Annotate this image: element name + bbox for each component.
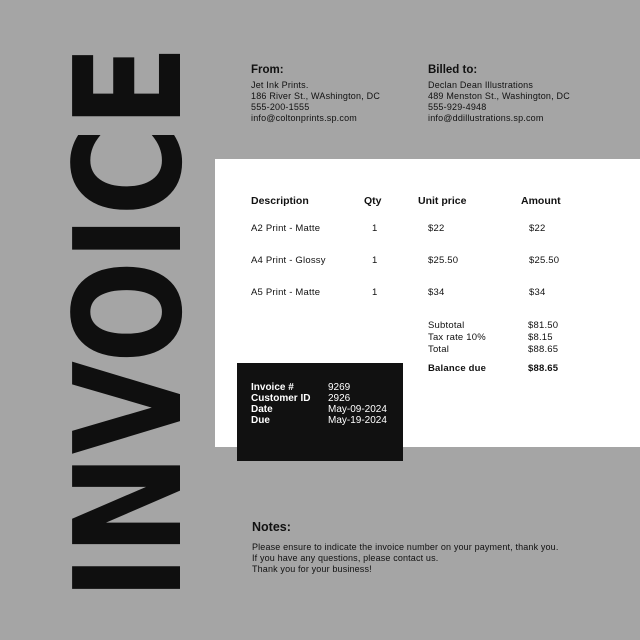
invoice-title-text: INVOICE <box>43 45 190 600</box>
billed-to-company: Declan Dean Illustrations <box>428 80 534 90</box>
due-label: Due <box>251 415 270 426</box>
row-1-amount: $22 <box>529 223 546 234</box>
notes-line-2: If you have any questions, please contac… <box>252 553 439 563</box>
row-2-qty: 1 <box>372 255 378 266</box>
tax-value: $8.15 <box>528 332 553 343</box>
row-3-qty: 1 <box>372 287 378 298</box>
total-value: $88.65 <box>528 344 559 355</box>
date-value: May-09-2024 <box>328 404 387 415</box>
row-1-unit-price: $22 <box>428 223 445 234</box>
notes-block: Please ensure to indicate the invoice nu… <box>252 542 558 575</box>
billed-to-phone: 555-929-4948 <box>428 102 487 112</box>
from-phone: 555-200-1555 <box>251 102 310 112</box>
balance-due-label: Balance due <box>428 363 487 374</box>
header-qty: Qty <box>364 195 382 207</box>
header-description: Description <box>251 195 309 207</box>
invoice-number-label: Invoice # <box>251 382 294 393</box>
billed-to-block: Billed to: Declan Dean Illustrations 489… <box>428 64 570 124</box>
header-amount: Amount <box>521 195 561 207</box>
from-email: info@coltonprints.sp.com <box>251 113 357 123</box>
invoice-title: INVOICE <box>30 40 190 600</box>
row-2-unit-price: $25.50 <box>428 255 459 266</box>
balance-due-value: $88.65 <box>528 363 559 374</box>
from-heading: From: <box>251 64 284 76</box>
row-3-description: A5 Print - Matte <box>251 287 321 298</box>
subtotal-value: $81.50 <box>528 320 559 331</box>
from-company: Jet Ink Prints. <box>251 80 309 90</box>
from-block: From: Jet Ink Prints. 186 River St., WAs… <box>251 64 380 124</box>
tax-label: Tax rate 10% <box>428 332 486 343</box>
notes-line-3: Thank you for your business! <box>252 564 372 574</box>
from-address: 186 River St., WAshington, DC <box>251 91 381 101</box>
row-1-qty: 1 <box>372 223 378 234</box>
billed-to-address: 489 Menston St., Washington, DC <box>428 91 570 101</box>
row-2-description: A4 Print - Glossy <box>251 255 326 266</box>
notes-heading: Notes: <box>252 520 291 534</box>
row-3-unit-price: $34 <box>428 287 445 298</box>
notes-line-1: Please ensure to indicate the invoice nu… <box>252 542 559 552</box>
row-2-amount: $25.50 <box>529 255 560 266</box>
invoice-meta-box: Invoice # 9269 Customer ID 2926 Date May… <box>237 363 403 461</box>
customer-id-value: 2926 <box>328 393 351 404</box>
due-value: May-19-2024 <box>328 415 387 426</box>
invoice-number-value: 9269 <box>328 382 351 393</box>
date-label: Date <box>251 404 273 415</box>
billed-to-email: info@ddillustrations.sp.com <box>428 113 544 123</box>
total-label: Total <box>428 344 450 355</box>
subtotal-label: Subtotal <box>428 320 465 331</box>
header-unit-price: Unit price <box>418 195 467 207</box>
row-3-amount: $34 <box>529 287 546 298</box>
billed-to-heading: Billed to: <box>428 64 478 76</box>
row-1-description: A2 Print - Matte <box>251 223 321 234</box>
customer-id-label: Customer ID <box>251 393 311 404</box>
